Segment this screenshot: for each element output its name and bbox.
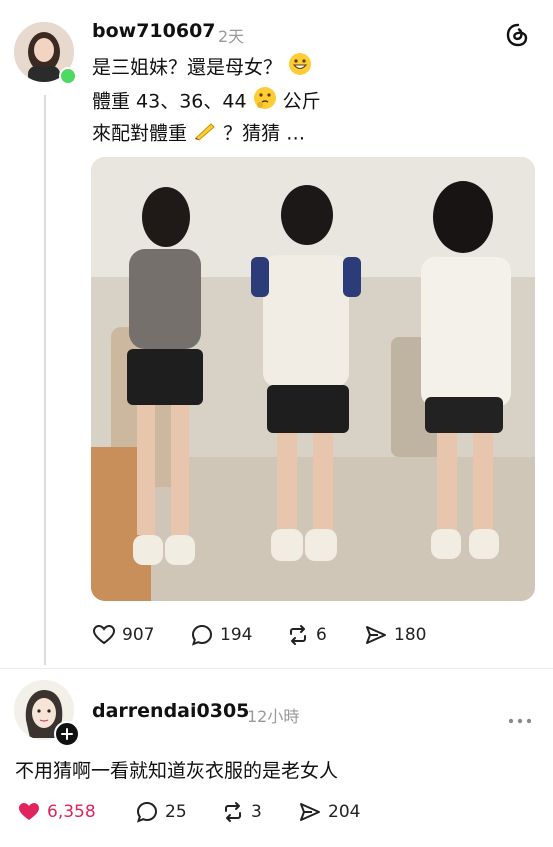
photo-scene <box>91 157 535 601</box>
post-repost-count: 6 <box>316 625 327 645</box>
reply-text: 不用猜啊一看就知道灰衣服的是老女人 <box>15 760 339 782</box>
repost-icon <box>290 625 306 645</box>
post-line-3b-text: ？猜猜 … <box>223 122 306 145</box>
reply-time: 12小時 <box>247 707 300 726</box>
post-time: 2天 <box>218 27 245 46</box>
post-share-button[interactable]: 180 <box>364 623 426 647</box>
post-username[interactable]: bow710607 <box>92 20 216 42</box>
post-like-button[interactable]: 907 <box>92 623 154 647</box>
more-options-icon[interactable] <box>508 709 532 724</box>
post-line-1-text: 是三姐妹？還是母女？ <box>92 56 283 79</box>
post-line-2b-text: 公斤 <box>282 90 321 113</box>
reply-share-button[interactable]: 204 <box>298 800 360 824</box>
grinning-face-emoji-icon <box>288 52 312 84</box>
post-like-count: 907 <box>122 625 155 645</box>
send-icon <box>366 626 386 644</box>
post-line-2-text: 體重 43、36、44 <box>92 90 247 113</box>
reply-like-count: 6,358 <box>47 802 96 822</box>
repost-icon <box>225 802 241 822</box>
thread-line <box>44 95 46 665</box>
heart-filled-icon <box>19 803 39 820</box>
send-icon <box>300 803 320 821</box>
post-repost-button[interactable]: 6 <box>286 623 327 647</box>
post-text-line-1: 是三姐妹？還是母女？ <box>92 52 312 84</box>
comment-bubble-icon <box>136 801 158 823</box>
post-photo[interactable] <box>91 157 535 601</box>
post-text-line-3: 來配對體重 ？猜猜 … <box>92 118 305 150</box>
post-text-line-2: 體重 43、36、44 公斤 <box>92 86 321 118</box>
post-comment-button[interactable]: 194 <box>190 623 252 647</box>
reply-like-button[interactable]: 6,358 <box>17 800 96 824</box>
post-comment-count: 194 <box>220 625 253 645</box>
reply-comment-button[interactable]: 25 <box>135 800 187 824</box>
follow-plus-button[interactable] <box>54 721 80 747</box>
threads-logo-icon[interactable] <box>505 22 531 48</box>
plus-icon <box>61 728 73 740</box>
online-status-dot <box>59 67 77 85</box>
thinking-face-emoji-icon <box>253 86 277 118</box>
post-share-count: 180 <box>394 625 427 645</box>
writing-hand-emoji-icon <box>193 118 217 150</box>
reply-comment-count: 25 <box>165 802 187 822</box>
reply-username[interactable]: darrendai0305 <box>92 700 249 722</box>
reply-repost-button[interactable]: 3 <box>221 800 262 824</box>
reply-share-count: 204 <box>328 802 361 822</box>
divider <box>0 668 553 669</box>
heart-outline-icon <box>92 624 116 645</box>
post-line-3-text: 來配對體重 <box>92 122 188 145</box>
comment-bubble-icon <box>191 624 213 646</box>
reply-repost-count: 3 <box>251 802 262 822</box>
